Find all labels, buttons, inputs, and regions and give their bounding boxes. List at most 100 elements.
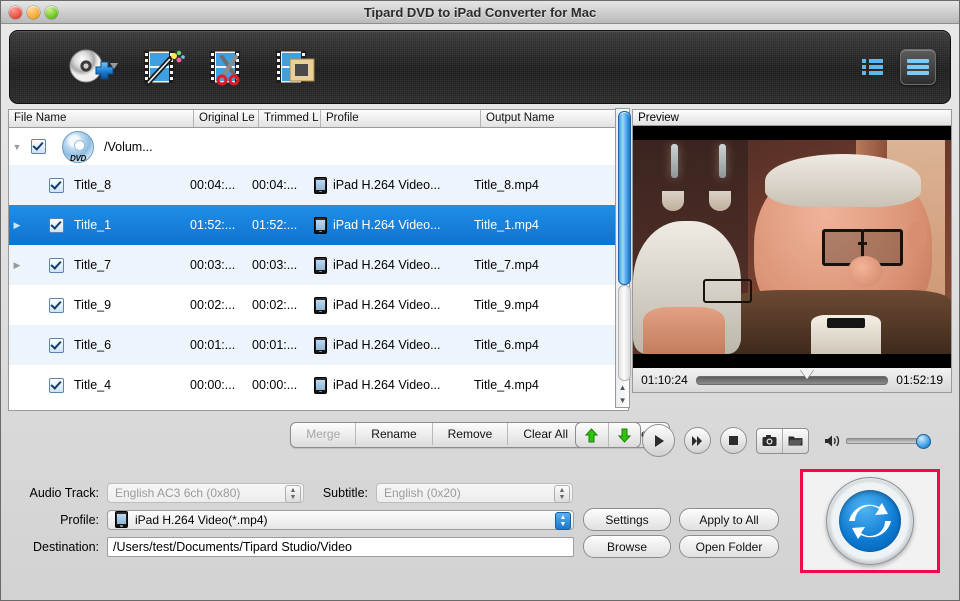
open-folder-button[interactable]: Open Folder	[679, 535, 779, 558]
column-header-profile[interactable]: Profile	[321, 110, 481, 127]
preview-video[interactable]	[632, 126, 952, 368]
row-file-name: Title_7	[74, 258, 112, 272]
row-checkbox[interactable]	[49, 297, 64, 313]
row-original-length: 00:01:...	[190, 338, 236, 352]
clear-all-button[interactable]: Clear All	[508, 423, 585, 445]
apply-to-all-button[interactable]: Apply to All	[679, 508, 779, 531]
effect-button[interactable]	[142, 47, 186, 87]
toolbar	[9, 30, 951, 104]
row-trimmed-length: 00:03:...	[252, 258, 298, 272]
row-output-name: Title_6.mp4	[474, 338, 539, 352]
row-original-length: 00:02:...	[190, 298, 236, 312]
toolbar-container	[1, 24, 959, 109]
destination-value: /Users/test/Documents/Tipard Studio/Vide…	[113, 539, 353, 554]
thumbnail-view-button[interactable]	[856, 50, 890, 84]
scrollbar-thumb[interactable]	[618, 111, 632, 285]
row-output-name: Title_9.mp4	[474, 298, 539, 312]
scrollbar-track[interactable]	[618, 285, 632, 381]
volume-slider-knob[interactable]	[916, 433, 931, 449]
rename-button[interactable]: Rename	[356, 423, 433, 445]
file-list-pane: File Name Original Le Trimmed L Profile …	[8, 108, 632, 411]
row-original-length: 00:00:...	[190, 378, 236, 392]
play-button[interactable]	[642, 424, 675, 457]
subtitle-value: English (0x20)	[384, 485, 461, 500]
minimize-window-button[interactable]	[27, 5, 40, 19]
speaker-icon[interactable]	[824, 434, 841, 448]
convert-button-face	[839, 490, 901, 552]
table-row[interactable]: Title_8 00:04:... 00:04:... iPad H.264 V…	[9, 165, 629, 205]
row-trimmed-length: 01:52:...	[252, 218, 298, 232]
row-profile: iPad H.264 Video...	[333, 258, 441, 272]
row-output-name: Title_4.mp4	[474, 378, 539, 392]
row-checkbox[interactable]	[49, 177, 64, 193]
row-output-name: Title_1.mp4	[474, 218, 539, 232]
crop-ruler-film-icon	[275, 50, 315, 84]
snapshot-button[interactable]	[757, 428, 783, 453]
row-checkbox[interactable]	[49, 257, 64, 273]
expand-triangle-right-icon[interactable]: ▶	[9, 260, 25, 271]
merge-button[interactable]: Merge	[291, 423, 357, 445]
subtitle-stepper[interactable]: ▲ ▼	[554, 484, 570, 503]
move-up-button[interactable]	[576, 423, 609, 447]
table-row[interactable]: Title_9 00:02:... 00:02:... iPad H.264 V…	[9, 285, 628, 325]
ipad-icon	[314, 176, 327, 194]
row-trimmed-length: 00:00:...	[252, 378, 298, 392]
zoom-window-button[interactable]	[45, 5, 58, 19]
profile-select[interactable]: iPad H.264 Video(*.mp4) ▲ ▼	[107, 509, 574, 530]
root-checkbox[interactable]	[31, 139, 46, 154]
table-row[interactable]: ▶ Title_1 01:52:... 01:52:... iPad H.264…	[9, 205, 629, 245]
timeline-slider[interactable]	[695, 368, 889, 385]
preview-header: Preview	[632, 109, 952, 126]
audio-track-select[interactable]: English AC3 6ch (0x80) ▲ ▼	[107, 482, 304, 503]
volume-slider[interactable]	[846, 433, 931, 449]
remove-button[interactable]: Remove	[433, 423, 509, 445]
row-profile: iPad H.264 Video...	[333, 298, 441, 312]
row-checkbox[interactable]	[49, 377, 64, 393]
expand-triangle-right-icon[interactable]: ▶	[9, 220, 25, 231]
scroll-down-icon[interactable]: ▼	[616, 394, 629, 407]
window-controls	[1, 5, 58, 19]
ipad-icon	[314, 376, 327, 394]
destination-input[interactable]: /Users/test/Documents/Tipard Studio/Vide…	[107, 536, 574, 557]
scroll-up-icon[interactable]: ▲	[616, 381, 629, 394]
ipad-icon	[314, 256, 327, 274]
table-row[interactable]: Title_6 00:01:... 00:01:... iPad H.264 V…	[9, 325, 629, 365]
detail-list-icon	[907, 59, 929, 75]
forward-button[interactable]	[684, 427, 711, 454]
column-header-trimmed-length[interactable]: Trimmed L	[259, 110, 321, 127]
detail-view-button[interactable]	[900, 49, 936, 85]
row-checkbox[interactable]	[49, 217, 64, 233]
row-profile: iPad H.264 Video...	[333, 378, 441, 392]
file-list-root-row[interactable]: ▼ DVD /Volum...	[9, 128, 629, 165]
column-header-file-name[interactable]: File Name	[9, 110, 194, 127]
row-output-name: Title_7.mp4	[474, 258, 539, 272]
column-header-original-length[interactable]: Original Le	[194, 110, 259, 127]
settings-button[interactable]: Settings	[583, 508, 671, 531]
expand-triangle-down-icon[interactable]: ▼	[9, 142, 25, 152]
table-row[interactable]: Title_4 00:00:... 00:00:... iPad H.264 V…	[9, 365, 628, 405]
profile-stepper[interactable]: ▲ ▼	[555, 511, 571, 530]
row-trimmed-length: 00:02:...	[252, 298, 298, 312]
add-dvd-button[interactable]	[66, 47, 120, 87]
crop-button[interactable]	[274, 47, 318, 87]
close-window-button[interactable]	[9, 5, 22, 19]
subtitle-select[interactable]: English (0x20) ▲ ▼	[376, 482, 573, 503]
row-checkbox[interactable]	[49, 337, 64, 353]
destination-row: Destination: /Users/test/Documents/Tipar…	[13, 533, 791, 560]
ipad-icon	[115, 511, 128, 528]
file-list-scrollbar[interactable]: ▲ ▼	[615, 108, 632, 408]
file-list-body: ▼ DVD /Volum... Title_8 00:04:... 00:04:…	[8, 128, 630, 411]
open-snapshot-folder-button[interactable]	[783, 429, 808, 453]
timeline-playhead[interactable]	[799, 368, 814, 379]
trim-button[interactable]	[208, 47, 252, 87]
audio-track-label: Audio Track:	[29, 485, 99, 500]
scissors-film-icon	[209, 50, 241, 86]
convert-button[interactable]	[826, 477, 914, 565]
audio-track-stepper[interactable]: ▲ ▼	[285, 484, 301, 503]
column-header-output-name[interactable]: Output Name	[481, 110, 622, 127]
table-row[interactable]: ▶ Title_7 00:03:... 00:03:... iPad H.264…	[9, 245, 629, 285]
dvd-disc-icon: DVD	[62, 130, 94, 163]
stop-icon	[729, 436, 738, 445]
stop-button[interactable]	[720, 427, 747, 454]
browse-button[interactable]: Browse	[583, 535, 671, 558]
